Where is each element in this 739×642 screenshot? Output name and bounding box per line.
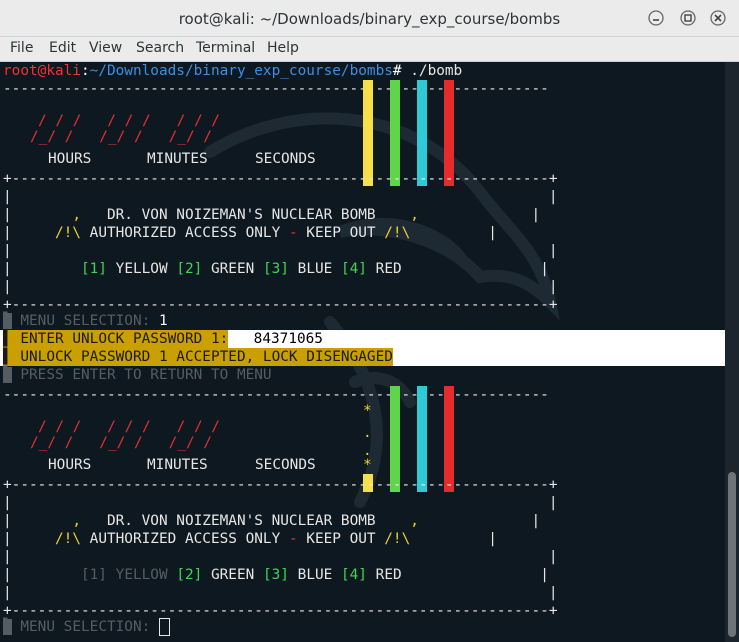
prompt-user: root@kali	[3, 63, 81, 79]
scrollbar[interactable]	[725, 62, 739, 642]
timer-digits-bottom: /_/ / /_/ / /_/ /	[30, 129, 212, 145]
prompt-command: ./bomb	[401, 63, 463, 79]
menu-bar: File Edit View Search Terminal Help	[0, 37, 739, 62]
minimize-icon	[648, 10, 664, 26]
close-icon	[710, 10, 726, 26]
menu-view[interactable]: View	[89, 40, 122, 56]
prompt-hash: #	[392, 63, 402, 79]
unlock-result: ▌ UNLOCK PASSWORD 1 ACCEPTED, LOCK DISEN…	[3, 348, 393, 366]
prompt-sep: :	[80, 63, 90, 79]
border-top: ----------------------------------------…	[3, 81, 549, 97]
text-cursor[interactable]	[158, 618, 170, 636]
scrollbar-thumb[interactable]	[728, 472, 736, 637]
menu-file[interactable]: File	[10, 40, 33, 56]
label-minutes: MINUTES	[147, 151, 208, 167]
shell-prompt: root@kali:~/Downloads/binary_exp_course/…	[3, 62, 462, 80]
menu-selection-line: ▌ MENU SELECTION:	[3, 618, 170, 636]
banner-access-line: | /!\ AUTHORIZED ACCESS ONLY - KEEP OUT …	[3, 225, 497, 241]
terminal-area[interactable]: root@kali:~/Downloads/binary_exp_course/…	[0, 62, 725, 642]
wire-mark: .	[363, 425, 372, 441]
maximize-icon	[680, 10, 696, 26]
unlock-input[interactable]: 84371065	[245, 330, 323, 348]
border-side: | |	[3, 495, 558, 511]
border-side: | |	[3, 189, 558, 205]
terminal-window: root@kali: ~/Downloads/binary_exp_course…	[0, 0, 739, 642]
menu-edit[interactable]: Edit	[49, 40, 76, 56]
border-side: | |	[3, 585, 558, 601]
wire-mark: *	[363, 457, 372, 473]
menu-search[interactable]: Search	[136, 40, 184, 56]
window-title: root@kali: ~/Downloads/binary_exp_course…	[178, 10, 561, 28]
maximize-button[interactable]	[680, 10, 696, 26]
menu-help[interactable]: Help	[267, 40, 299, 56]
label-minutes: MINUTES	[147, 457, 208, 473]
banner-access-line: | /!\ AUTHORIZED ACCESS ONLY - KEEP OUT …	[3, 531, 497, 547]
title-bar[interactable]: root@kali: ~/Downloads/binary_exp_course…	[0, 0, 739, 37]
menu-terminal[interactable]: Terminal	[196, 40, 255, 56]
label-seconds: SECONDS	[255, 457, 316, 473]
banner-title-line: | , DR. VON NOIZEMAN'S NUCLEAR BOMB , |	[3, 513, 541, 529]
border-top: ----------------------------------------…	[3, 387, 549, 403]
close-button[interactable]	[710, 10, 726, 26]
wire-mark: *	[363, 403, 372, 419]
border-side: | |	[3, 279, 558, 295]
options-line: | [1] YELLOW [2] GREEN [3] BLUE [4] RED …	[3, 567, 549, 583]
banner-title-line: | , DR. VON NOIZEMAN'S NUCLEAR BOMB , |	[3, 207, 541, 223]
border-edge: +---------------------------------------…	[3, 171, 558, 187]
press-enter-line: ▌ PRESS ENTER TO RETURN TO MENU	[3, 367, 272, 383]
border-edge: +---------------------------------------…	[3, 477, 558, 493]
minimize-button[interactable]	[648, 10, 664, 26]
menu-selection-line: ▌ MENU SELECTION: 1	[3, 313, 168, 329]
prompt-path: ~/Downloads/binary_exp_course/bombs	[89, 63, 393, 79]
label-hours: HOURS	[48, 151, 92, 167]
unlock-prompt: ▌ ENTER UNLOCK PASSWORD 1:	[3, 330, 229, 348]
label-hours: HOURS	[48, 457, 92, 473]
label-seconds: SECONDS	[255, 151, 316, 167]
border-side: | |	[3, 243, 558, 259]
timer-digits-bottom: /_/ / /_/ / /_/ /	[30, 435, 212, 451]
border-side: | |	[3, 549, 558, 565]
options-line: | [1] YELLOW [2] GREEN [3] BLUE [4] RED …	[3, 261, 549, 277]
